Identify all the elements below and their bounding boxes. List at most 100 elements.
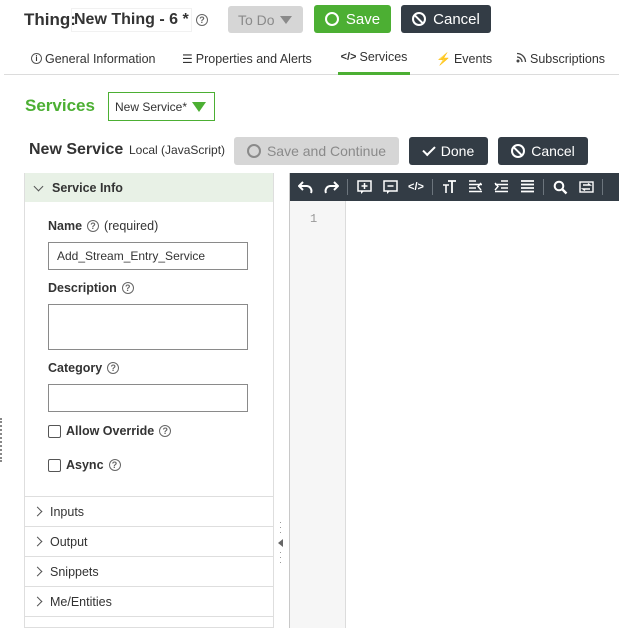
search-icon[interactable] bbox=[547, 173, 573, 201]
section-divider bbox=[25, 616, 273, 628]
name-input[interactable] bbox=[48, 242, 248, 270]
tab-label: Properties and Alerts bbox=[195, 51, 312, 66]
done-label: Done bbox=[440, 143, 475, 159]
top-header: Thing: New Thing - 6 * ? To Do Save Canc… bbox=[0, 0, 619, 40]
toolbar-divider bbox=[602, 179, 603, 195]
check-icon bbox=[422, 142, 436, 156]
chevron-down-icon bbox=[33, 181, 44, 191]
async-checkbox[interactable] bbox=[48, 458, 61, 472]
allow-override-row: Allow Override ? bbox=[48, 424, 172, 438]
service-select-value: New Service* bbox=[115, 99, 188, 114]
undo-icon[interactable] bbox=[292, 173, 318, 201]
status-dropdown[interactable]: To Do bbox=[228, 6, 303, 33]
category-input[interactable] bbox=[48, 384, 248, 412]
tab-label: General Information bbox=[45, 51, 156, 66]
editor-toolbar: </> bbox=[290, 173, 619, 201]
service-cancel-button[interactable]: Cancel bbox=[498, 137, 588, 165]
caret-down-icon bbox=[280, 16, 292, 24]
line-number-gutter: 1 bbox=[290, 201, 346, 628]
category-field-label: Category ? bbox=[48, 361, 120, 375]
service-name-title: New Service bbox=[29, 141, 124, 158]
tab-events[interactable]: ⚡ Events bbox=[436, 42, 492, 75]
tab-properties-and-alerts[interactable]: ☰ Properties and Alerts bbox=[182, 42, 312, 75]
async-label: Async bbox=[66, 458, 104, 472]
entity-type-label: Thing: bbox=[24, 10, 76, 29]
code-icon[interactable]: </> bbox=[403, 173, 429, 201]
name-label: Name bbox=[48, 219, 83, 233]
help-icon[interactable]: ? bbox=[196, 14, 208, 26]
tab-label: Services bbox=[359, 50, 408, 64]
description-input[interactable] bbox=[48, 304, 248, 350]
chevron-right-icon bbox=[32, 536, 43, 547]
tab-label: Events bbox=[453, 51, 493, 66]
tab-label: Subscriptions bbox=[530, 51, 606, 66]
save-and-continue-button[interactable]: Save and Continue bbox=[234, 137, 399, 165]
section-label: Me/Entities bbox=[50, 594, 112, 609]
tab-general-information[interactable]: i General Information bbox=[31, 42, 155, 75]
text-size-icon[interactable] bbox=[436, 173, 462, 201]
info-icon: i bbox=[31, 53, 42, 64]
done-button[interactable]: Done bbox=[409, 137, 488, 165]
help-icon[interactable]: ? bbox=[108, 459, 121, 471]
resize-handle-left[interactable] bbox=[0, 418, 3, 462]
description-label: Description bbox=[48, 281, 117, 295]
service-select-dropdown[interactable]: New Service* bbox=[108, 92, 215, 121]
justify-icon[interactable] bbox=[514, 173, 540, 201]
panel-splitter[interactable]: · · · · · · bbox=[274, 173, 289, 628]
category-label: Category bbox=[48, 361, 103, 375]
help-icon[interactable]: ? bbox=[87, 220, 100, 232]
help-icon[interactable]: ? bbox=[159, 425, 172, 437]
replace-icon[interactable] bbox=[573, 173, 599, 201]
help-icon[interactable]: ? bbox=[121, 282, 134, 294]
entity-name-field[interactable]: New Thing - 6 * bbox=[71, 8, 192, 32]
save-and-continue-label: Save and Continue bbox=[266, 143, 387, 159]
allow-override-checkbox[interactable] bbox=[48, 424, 61, 438]
circle-icon bbox=[246, 144, 261, 158]
status-label: To Do bbox=[238, 11, 275, 28]
allow-override-label: Allow Override bbox=[66, 424, 155, 438]
section-label: Output bbox=[50, 534, 88, 549]
section-snippets[interactable]: Snippets bbox=[25, 556, 273, 586]
toolbar-divider bbox=[543, 179, 544, 195]
section-output[interactable]: Output bbox=[25, 526, 273, 556]
chevron-right-icon bbox=[32, 506, 43, 517]
cancel-button[interactable]: Cancel bbox=[401, 5, 491, 33]
save-button[interactable]: Save bbox=[314, 5, 391, 33]
services-title: Services bbox=[25, 96, 95, 115]
section-label: Inputs bbox=[50, 504, 85, 519]
redo-icon[interactable] bbox=[318, 173, 344, 201]
service-info-header[interactable]: Service Info bbox=[25, 173, 273, 202]
chevron-right-icon bbox=[32, 596, 43, 607]
cancel-button-label: Cancel bbox=[433, 10, 480, 28]
insert-code-icon[interactable] bbox=[351, 173, 377, 201]
toolbar-divider bbox=[347, 179, 348, 195]
code-icon: </> bbox=[340, 51, 357, 63]
service-cancel-label: Cancel bbox=[531, 143, 575, 159]
async-row: Async ? bbox=[48, 458, 121, 472]
collapse-left-icon[interactable] bbox=[278, 539, 283, 547]
section-inputs[interactable]: Inputs bbox=[25, 496, 273, 526]
comment-icon[interactable] bbox=[377, 173, 403, 201]
required-text: (required) bbox=[104, 219, 159, 233]
line-number: 1 bbox=[310, 212, 318, 226]
rss-icon bbox=[516, 52, 527, 66]
service-info-title: Service Info bbox=[52, 180, 123, 195]
toolbar-divider bbox=[432, 179, 433, 195]
drag-handle-icon: · · · bbox=[279, 517, 282, 537]
indent-icon[interactable] bbox=[488, 173, 514, 201]
drag-handle-icon: · · · bbox=[279, 547, 282, 567]
ban-icon bbox=[412, 12, 427, 26]
caret-down-icon bbox=[192, 102, 206, 112]
save-button-label: Save bbox=[345, 10, 381, 28]
chevron-right-icon bbox=[32, 566, 43, 577]
code-editor: </> 1 bbox=[289, 173, 619, 628]
tab-services[interactable]: </> Services bbox=[338, 42, 410, 75]
align-left-icon[interactable] bbox=[462, 173, 488, 201]
name-field-label: Name ? (required) bbox=[48, 219, 158, 233]
section-label: Snippets bbox=[50, 564, 99, 579]
help-icon[interactable]: ? bbox=[107, 362, 120, 374]
description-field-label: Description ? bbox=[48, 281, 134, 295]
tab-subscriptions[interactable]: Subscriptions bbox=[516, 42, 605, 75]
tab-bar: i General Information ☰ Properties and A… bbox=[4, 42, 619, 75]
section-me-entities[interactable]: Me/Entities bbox=[25, 586, 273, 616]
